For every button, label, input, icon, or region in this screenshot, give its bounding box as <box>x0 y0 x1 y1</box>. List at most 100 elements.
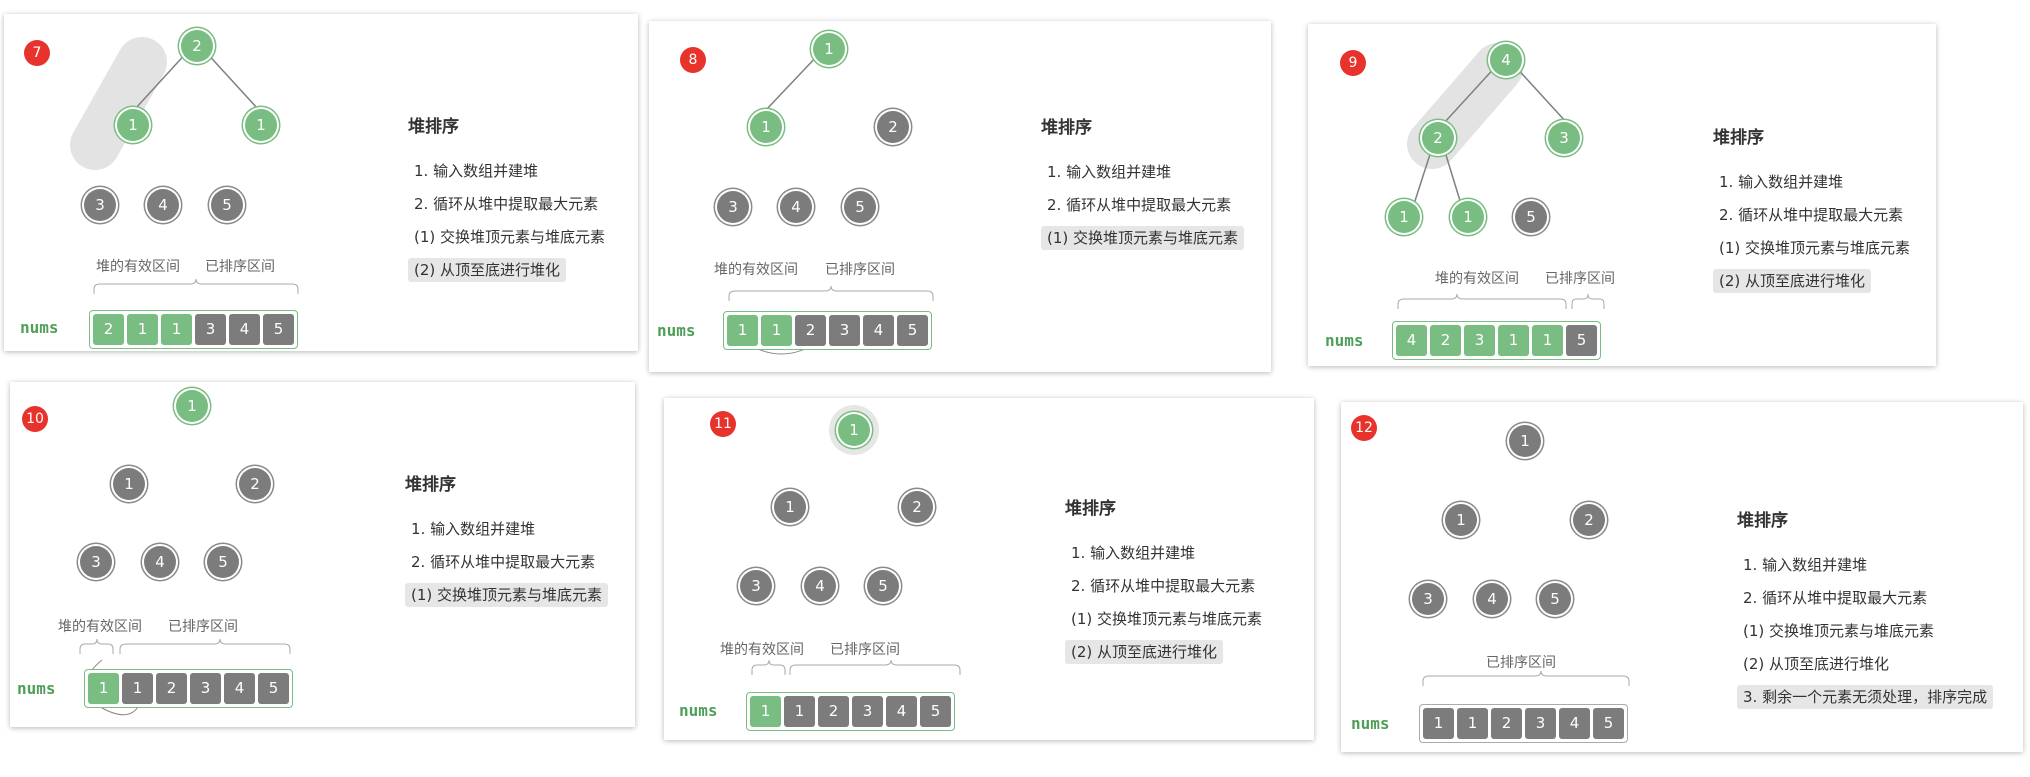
step-line-highlighted: (1) 交换堆顶元素与堆底元素 <box>1041 226 1245 259</box>
nums-label: nums <box>20 318 59 337</box>
array-cell: 2 <box>1491 708 1522 739</box>
sorted-range-label: 已排序区间 <box>825 262 895 278</box>
step-line: 2. 循环从堆中提取最大元素 <box>1047 196 1232 214</box>
heap-node: 1 <box>1452 201 1484 233</box>
sorted-range-label: 已排序区间 <box>205 259 275 275</box>
nums-array: 2 1 1 3 4 5 <box>89 310 298 349</box>
array-cell: 1 <box>127 314 158 345</box>
array-cell: 5 <box>1593 708 1624 739</box>
step-line: 2. 循环从堆中提取最大元素 <box>1719 206 1904 224</box>
array-cell: 2 <box>795 315 826 346</box>
nums-array: 1 1 2 3 4 5 <box>746 692 955 731</box>
step-line: 1. 输入数组并建堆 <box>1071 544 1196 562</box>
heap-node: 4 <box>780 191 812 223</box>
description-title: 堆排序 <box>405 475 456 495</box>
array-cell: 5 <box>263 314 294 345</box>
step-description: 堆排序 1. 输入数组并建堆 2. 循环从堆中提取最大元素 (1) 交换堆顶元素… <box>1041 113 1245 259</box>
array-cell: 2 <box>156 673 187 704</box>
heap-node: 5 <box>844 191 876 223</box>
step-badge: 9 <box>1340 50 1366 76</box>
heap-node: 1 <box>117 109 149 141</box>
step-description: 堆排序 1. 输入数组并建堆 2. 循环从堆中提取最大元素 (1) 交换堆顶元素… <box>1737 506 1994 718</box>
nums-label: nums <box>657 321 696 340</box>
step-description: 堆排序 1. 输入数组并建堆 2. 循环从堆中提取最大元素 (1) 交换堆顶元素… <box>405 470 609 616</box>
heap-node: 2 <box>1573 504 1605 536</box>
step-line: (1) 交换堆顶元素与堆底元素 <box>1743 622 1935 640</box>
heap-range-label: 堆的有效区间 <box>1435 271 1519 287</box>
nums-label: nums <box>1325 331 1364 350</box>
step-line: 1. 输入数组并建堆 <box>1047 163 1172 181</box>
heap-node: 1 <box>113 468 145 500</box>
step-line: 1. 输入数组并建堆 <box>414 162 539 180</box>
step-line: 2. 循环从堆中提取最大元素 <box>1743 589 1928 607</box>
step-badge: 7 <box>24 40 50 66</box>
sorted-range-label: 已排序区间 <box>830 642 900 658</box>
array-cell: 3 <box>1464 325 1495 356</box>
step-description: 堆排序 1. 输入数组并建堆 2. 循环从堆中提取最大元素 (1) 交换堆顶元素… <box>1065 494 1268 673</box>
heap-node: 2 <box>1422 122 1454 154</box>
array-cell: 2 <box>818 696 849 727</box>
step-badge: 11 <box>710 411 736 437</box>
heap-node: 1 <box>176 390 208 422</box>
array-cell: 1 <box>727 315 758 346</box>
array-cell: 1 <box>88 673 119 704</box>
heap-node: 3 <box>717 191 749 223</box>
nums-array: 1 1 2 3 4 5 <box>1419 704 1628 743</box>
array-cell: 1 <box>122 673 153 704</box>
sorted-range-label: 已排序区间 <box>1545 271 1615 287</box>
heap-node: 5 <box>867 570 899 602</box>
array-cell: 4 <box>863 315 894 346</box>
step-description: 堆排序 1. 输入数组并建堆 2. 循环从堆中提取最大元素 (1) 交换堆顶元素… <box>408 112 611 291</box>
step-line: 1. 输入数组并建堆 <box>1719 173 1844 191</box>
heap-node: 3 <box>1548 122 1580 154</box>
step-description: 堆排序 1. 输入数组并建堆 2. 循环从堆中提取最大元素 (1) 交换堆顶元素… <box>1713 123 1916 302</box>
heap-node: 1 <box>1445 504 1477 536</box>
step-badge: 8 <box>680 47 706 73</box>
heap-node: 4 <box>147 189 179 221</box>
step-line: 2. 循环从堆中提取最大元素 <box>411 553 596 571</box>
heap-node: 4 <box>1490 44 1522 76</box>
heap-node: 2 <box>181 30 213 62</box>
description-title: 堆排序 <box>1737 511 1788 531</box>
sorted-range-label: 已排序区间 <box>1486 655 1556 671</box>
step-panel-7: 7 2 1 1 3 4 5 堆的有效区间 已排序区间 nums 2 1 1 3 … <box>4 14 638 351</box>
array-cell: 1 <box>1498 325 1529 356</box>
heap-node: 2 <box>877 111 909 143</box>
step-line: 1. 输入数组并建堆 <box>1743 556 1868 574</box>
array-cell: 1 <box>1532 325 1563 356</box>
heap-range-label: 堆的有效区间 <box>96 259 180 275</box>
step-panel-8: 8 1 1 2 3 4 5 堆的有效区间 已排序区间 nums 1 1 2 3 … <box>649 21 1271 372</box>
heap-range-label: 堆的有效区间 <box>58 619 142 635</box>
step-panel-12: 12 1 1 2 3 4 5 已排序区间 nums 1 1 2 3 4 5 堆排… <box>1341 402 2023 752</box>
step-line-highlighted: (2) 从顶至底进行堆化 <box>1713 269 1916 302</box>
heap-node: 4 <box>804 570 836 602</box>
array-cell: 1 <box>1423 708 1454 739</box>
heap-node: 4 <box>1476 583 1508 615</box>
description-title: 堆排序 <box>408 117 459 137</box>
heap-node: 1 <box>1388 201 1420 233</box>
array-cell: 3 <box>1525 708 1556 739</box>
sorted-range-label: 已排序区间 <box>168 619 238 635</box>
step-line: (2) 从顶至底进行堆化 <box>1743 655 1890 673</box>
array-cell: 1 <box>1457 708 1488 739</box>
array-cell: 2 <box>93 314 124 345</box>
array-cell: 1 <box>750 696 781 727</box>
step-panel-9: 9 4 2 3 1 1 5 堆的有效区间 已排序区间 nums 4 2 3 1 … <box>1308 24 1936 366</box>
heap-node: 5 <box>1539 583 1571 615</box>
heap-node: 3 <box>740 570 772 602</box>
step-line-highlighted: (1) 交换堆顶元素与堆底元素 <box>405 583 609 616</box>
nums-array: 1 1 2 3 4 5 <box>84 669 293 708</box>
array-cell: 1 <box>784 696 815 727</box>
step-line-highlighted: (2) 从顶至底进行堆化 <box>1065 640 1268 673</box>
array-cell: 5 <box>920 696 951 727</box>
heap-node: 1 <box>838 414 870 446</box>
heap-node: 3 <box>80 546 112 578</box>
step-line: (1) 交换堆顶元素与堆底元素 <box>1071 610 1263 628</box>
step-line: 1. 输入数组并建堆 <box>411 520 536 538</box>
heap-node: 4 <box>144 546 176 578</box>
nums-label: nums <box>17 679 56 698</box>
array-cell: 4 <box>1559 708 1590 739</box>
array-cell: 4 <box>224 673 255 704</box>
nums-label: nums <box>1351 714 1390 733</box>
step-panel-10: 10 1 1 2 3 4 5 堆的有效区间 已排序区间 nums 1 1 2 3… <box>10 382 635 727</box>
